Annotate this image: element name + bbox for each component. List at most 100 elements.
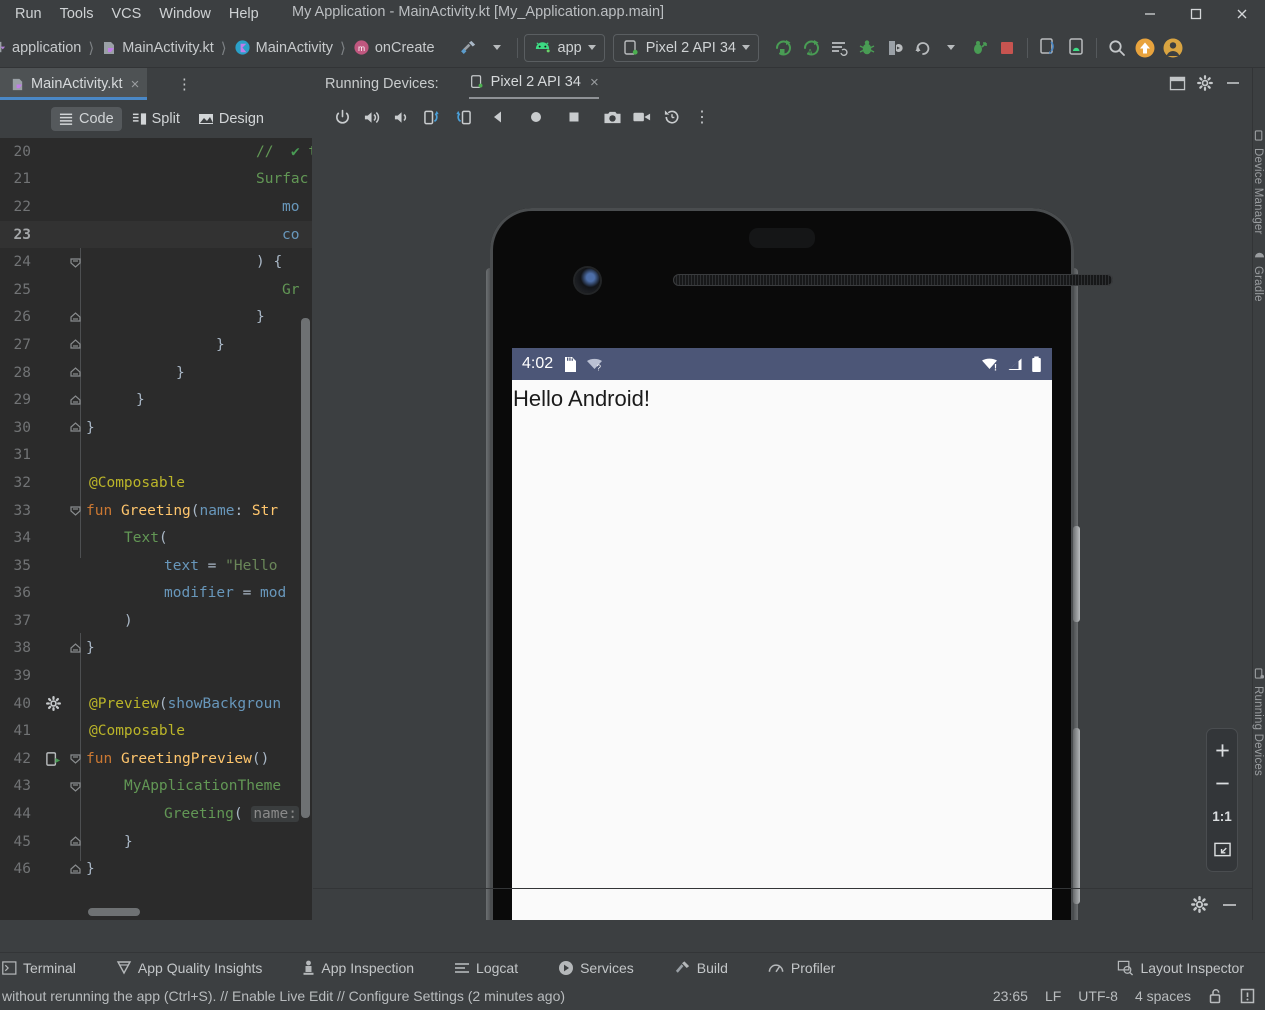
- code-editor[interactable]: 20 // ✔ t 21 Surfac 22 mo 23: [0, 138, 312, 920]
- code-line-28[interactable]: 28 }: [0, 359, 312, 387]
- stop-button[interactable]: [993, 34, 1021, 62]
- footer-settings-button[interactable]: [1186, 892, 1212, 918]
- code-line-32[interactable]: 32 @Composable: [0, 469, 312, 497]
- overview-button[interactable]: [561, 104, 587, 130]
- code-line-25[interactable]: 25 Gr: [0, 276, 312, 304]
- debug-button[interactable]: [853, 34, 881, 62]
- rotate-right-button[interactable]: [449, 104, 475, 130]
- panel-maximize-button[interactable]: [1164, 70, 1190, 96]
- tool-window-logcat[interactable]: Logcat: [443, 957, 529, 979]
- tool-window-services[interactable]: Services: [547, 957, 645, 979]
- breadcrumb-item-class[interactable]: MainActivity: [230, 39, 337, 56]
- breadcrumb-item-file[interactable]: MainActivity.kt: [97, 40, 218, 56]
- code-line-39[interactable]: 39: [0, 662, 312, 690]
- account-button[interactable]: [1159, 34, 1187, 62]
- menu-item-window[interactable]: Window: [150, 3, 220, 25]
- tool-window-app-inspection[interactable]: App Inspection: [291, 957, 425, 979]
- power-button[interactable]: [329, 104, 355, 130]
- zoom-fit-button[interactable]: [1207, 833, 1237, 866]
- code-line-31[interactable]: 31: [0, 442, 312, 470]
- fold-marker-28[interactable]: [66, 367, 84, 378]
- editor-horizontal-scrollbar[interactable]: [88, 908, 140, 916]
- panel-settings-button[interactable]: [1192, 70, 1218, 96]
- indent-setting[interactable]: 4 spaces: [1135, 988, 1191, 1004]
- zoom-out-button[interactable]: [1207, 767, 1237, 800]
- reset-button[interactable]: [659, 104, 685, 130]
- emulator-more-button[interactable]: ⋮: [689, 104, 715, 130]
- apply-changes-button[interactable]: [909, 34, 937, 62]
- run-button[interactable]: [769, 34, 797, 62]
- attach-debugger-button[interactable]: [881, 34, 909, 62]
- menu-item-vcs[interactable]: VCS: [102, 3, 150, 25]
- code-line-27[interactable]: 27 }: [0, 331, 312, 359]
- maximize-button[interactable]: [1173, 0, 1219, 28]
- notification-icon[interactable]: [1240, 988, 1255, 1004]
- code-line-21[interactable]: 21 Surfac: [0, 166, 312, 194]
- device-tab-pixel2[interactable]: Pixel 2 API 34 ×: [468, 74, 599, 99]
- build-project-button[interactable]: [455, 34, 483, 62]
- rotate-left-button[interactable]: [419, 104, 445, 130]
- device-selector[interactable]: Pixel 2 API 34: [612, 33, 759, 62]
- tab-code[interactable]: Code: [50, 107, 122, 131]
- run-with-coverage-button[interactable]: A: [797, 34, 825, 62]
- module-selector[interactable]: app: [523, 33, 605, 62]
- zoom-in-button[interactable]: [1207, 734, 1237, 767]
- build-dropdown-button[interactable]: [483, 34, 511, 62]
- volume-up-button[interactable]: [359, 104, 385, 130]
- fold-marker-33[interactable]: [66, 505, 84, 516]
- code-line-22[interactable]: 22 mo: [0, 193, 312, 221]
- line-separator[interactable]: LF: [1045, 988, 1061, 1004]
- menu-item-tools[interactable]: Tools: [51, 3, 103, 25]
- fold-marker-24[interactable]: [66, 257, 84, 268]
- fold-marker-43[interactable]: [66, 781, 84, 792]
- sidebar-item-device-manager[interactable]: [1254, 130, 1265, 141]
- breadcrumb-item-method[interactable]: m onCreate: [349, 39, 439, 56]
- tab-split[interactable]: Split: [124, 107, 188, 131]
- profile-button[interactable]: [825, 34, 853, 62]
- tool-window-profiler[interactable]: Profiler: [757, 957, 846, 979]
- gutter-icon-preview-settings[interactable]: [40, 696, 66, 712]
- fold-marker-29[interactable]: [66, 394, 84, 406]
- code-line-36[interactable]: 36 modifier = mod: [0, 580, 312, 608]
- tab-design[interactable]: Design: [190, 107, 272, 131]
- breadcrumb-item-module[interactable]: application: [0, 40, 85, 56]
- fold-marker-26[interactable]: [66, 312, 84, 323]
- code-line-26[interactable]: 26 }: [0, 304, 312, 332]
- code-line-43[interactable]: 43 MyApplicationTheme: [0, 773, 312, 801]
- caret-position[interactable]: 23:65: [993, 988, 1028, 1004]
- home-button[interactable]: [523, 104, 549, 130]
- tool-window-app-quality-insights[interactable]: App Quality Insights: [105, 957, 274, 979]
- code-line-23[interactable]: 23 co: [0, 220, 312, 249]
- emulator-screen[interactable]: 4:02 ? ! Hello Android!: [512, 348, 1052, 920]
- fold-marker-46[interactable]: [66, 863, 84, 875]
- tool-window-terminal[interactable]: Terminal: [0, 957, 87, 979]
- code-line-45[interactable]: 45 }: [0, 828, 312, 856]
- fold-marker-42[interactable]: [66, 753, 84, 765]
- footer-minimize-button[interactable]: [1216, 892, 1242, 918]
- editor-vertical-scrollbar[interactable]: [301, 318, 310, 818]
- fold-marker-45[interactable]: [66, 836, 84, 847]
- editor-tab-mainactivity[interactable]: MainActivity.kt ×: [0, 68, 148, 100]
- code-line-20[interactable]: 20 // ✔ t: [0, 138, 312, 166]
- tool-window-layout-inspector[interactable]: Layout Inspector: [1106, 957, 1255, 979]
- file-encoding[interactable]: UTF-8: [1078, 988, 1118, 1004]
- fold-marker-38[interactable]: [66, 643, 84, 654]
- code-line-40[interactable]: 40 @Preview(showBackgroun: [0, 690, 312, 718]
- sidebar-label-device-manager[interactable]: Device Manager: [1252, 148, 1264, 235]
- device-tab-close-icon[interactable]: ×: [587, 74, 599, 91]
- code-line-44[interactable]: 44 Greeting( name:: [0, 800, 312, 828]
- code-line-29[interactable]: 29 }: [0, 386, 312, 414]
- status-message[interactable]: without rerunning the app (Ctrl+S). // E…: [0, 988, 565, 1004]
- code-line-35[interactable]: 35 text = "Hello: [0, 552, 312, 580]
- minimize-button[interactable]: [1127, 0, 1173, 28]
- panel-minimize-button[interactable]: [1220, 70, 1246, 96]
- menu-item-run[interactable]: Run: [6, 3, 51, 25]
- fold-marker-30[interactable]: [66, 422, 84, 433]
- code-line-46[interactable]: 46 }: [0, 855, 312, 883]
- sidebar-item-running-devices[interactable]: [1254, 668, 1265, 679]
- code-line-42[interactable]: 42 fun GreetingPreview(): [0, 745, 312, 773]
- phone-volume-button[interactable]: [1073, 728, 1080, 904]
- menu-item-help[interactable]: Help: [220, 3, 268, 25]
- code-line-41[interactable]: 41 @Composable: [0, 717, 312, 745]
- code-line-34[interactable]: 34 Text(: [0, 524, 312, 552]
